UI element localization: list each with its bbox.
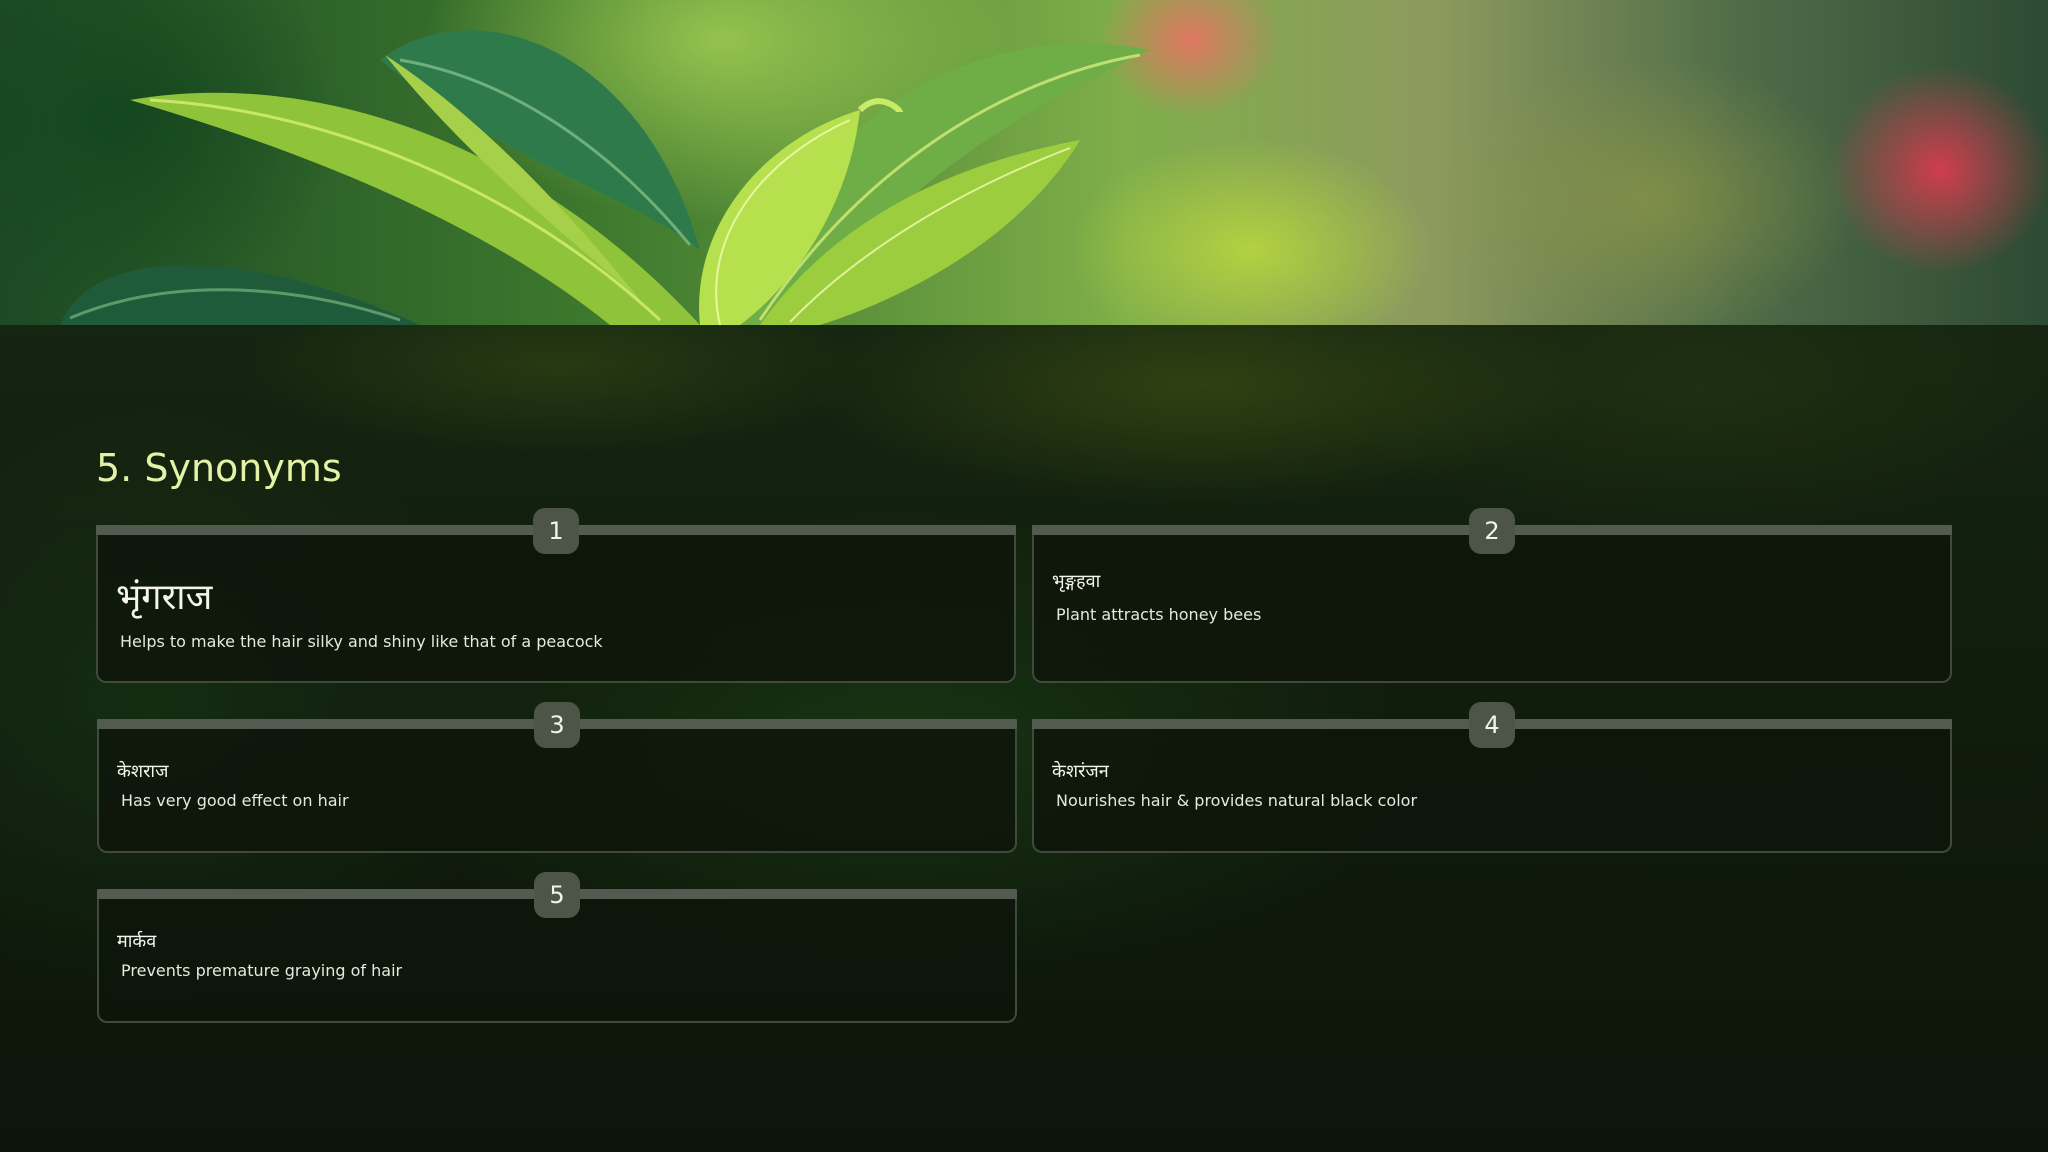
synonym-description: Helps to make the hair silky and shiny l… [120, 632, 603, 651]
synonym-description: Plant attracts honey bees [1056, 605, 1262, 624]
synonym-description: Has very good effect on hair [121, 791, 349, 810]
synonym-card-1: 1 भृंगराज Helps to make the hair silky a… [96, 508, 1016, 683]
synonym-term: भृङ्गहवा [1052, 571, 1101, 592]
synonym-card-5: 5 मार्कव Prevents premature graying of h… [97, 872, 1017, 1023]
synonym-card-3: 3 केशराज Has very good effect on hair [97, 702, 1017, 853]
synonym-card-2: 2 भृङ्गहवा Plant attracts honey bees [1032, 508, 1952, 683]
card-number-badge: 4 [1469, 702, 1515, 748]
card-number-badge: 5 [534, 872, 580, 918]
synonym-term: मार्कव [117, 931, 157, 952]
card-number-badge: 2 [1469, 508, 1515, 554]
page-title: 5. Synonyms [96, 446, 342, 490]
synonym-term: केशराज [117, 761, 169, 782]
synonym-description: Nourishes hair & provides natural black … [1056, 791, 1418, 810]
card-number-badge: 1 [533, 508, 579, 554]
synonym-description: Prevents premature graying of hair [121, 961, 403, 980]
synonym-card-4: 4 केशरंजन Nourishes hair & provides natu… [1032, 702, 1952, 853]
card-number-badge: 3 [534, 702, 580, 748]
synonym-term: केशरंजन [1052, 761, 1109, 782]
hero-image [0, 0, 2048, 325]
green-leaves-photo-icon [60, 30, 1150, 325]
synonym-term: भृंगराज [116, 577, 213, 618]
